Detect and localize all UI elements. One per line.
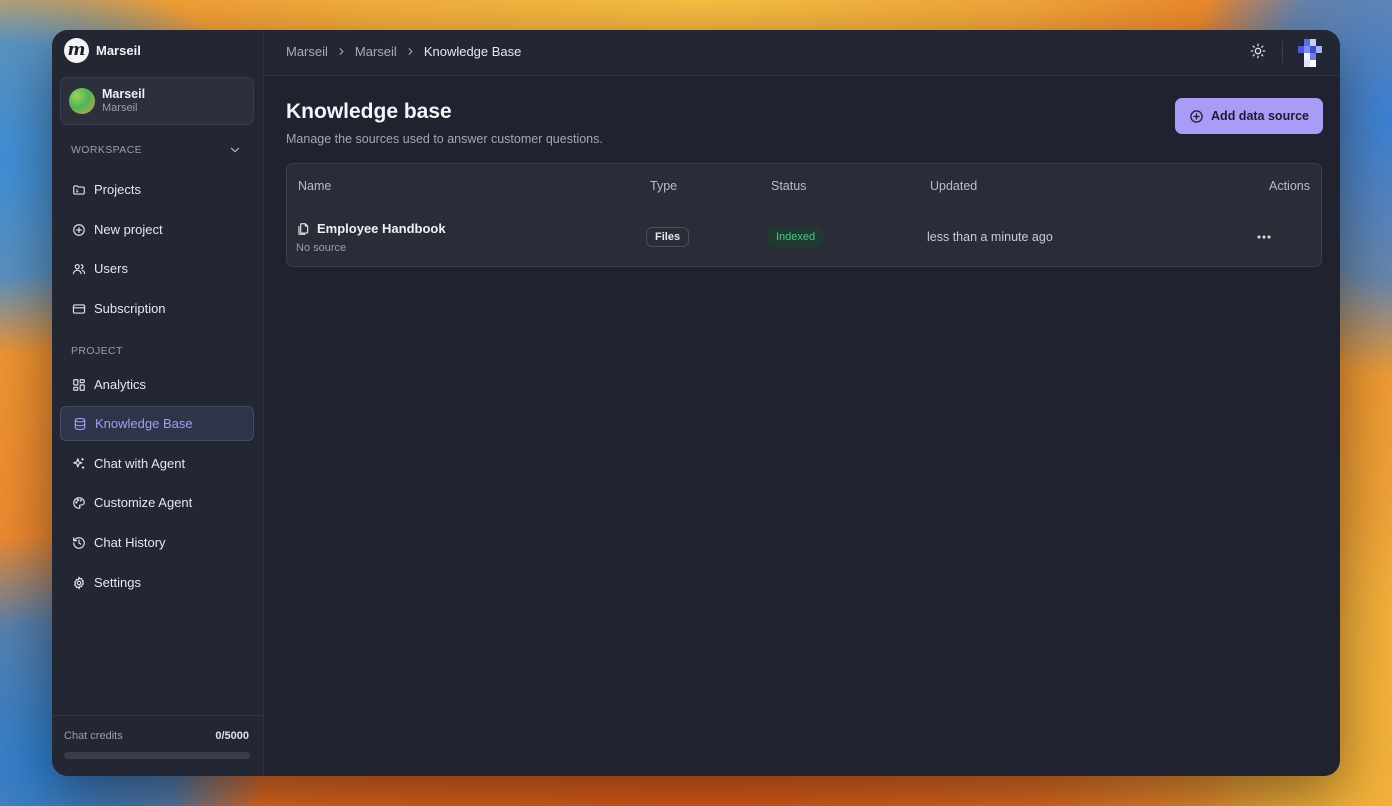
palette-icon	[73, 496, 85, 509]
breadcrumb-item[interactable]: Marseil	[286, 44, 328, 59]
breadcrumb: Marseil Marseil Knowledge Base	[286, 44, 521, 59]
account-name: Marseil	[102, 87, 146, 102]
brand[interactable]: m Marseil	[64, 38, 141, 63]
chevron-right-icon	[408, 48, 413, 55]
app-window: m Marseil Marseil Marseil WORKSPACE Proj…	[52, 30, 1340, 776]
sidebar-item-settings[interactable]: Settings	[60, 565, 254, 600]
chat-credits-label: Chat credits	[64, 730, 123, 742]
gear-icon	[73, 575, 85, 590]
account-switcher[interactable]: Marseil Marseil	[60, 77, 254, 125]
table-header: Name Type Status Updated Actions	[287, 164, 1321, 209]
chat-credits-value: 0/5000	[215, 730, 249, 742]
row-source: No source	[296, 242, 347, 254]
chevron-right-icon	[339, 48, 344, 55]
folder-icon	[73, 184, 85, 195]
sidebar-item-customize-agent[interactable]: Customize Agent	[60, 485, 254, 520]
main-content: Marseil Marseil Knowledge Base Knowledge…	[264, 30, 1340, 776]
history-icon	[73, 536, 85, 549]
chat-credits-progress	[64, 752, 250, 759]
sidebar-item-new-project[interactable]: New project	[60, 212, 254, 247]
row-name[interactable]: Employee Handbook	[317, 221, 446, 236]
column-header-name: Name	[298, 179, 332, 193]
knowledge-base-table: Name Type Status Updated Actions Employe…	[286, 163, 1322, 267]
sidebar-item-users[interactable]: Users	[60, 251, 254, 286]
database-icon	[74, 417, 86, 430]
brand-name: Marseil	[96, 43, 141, 58]
user-avatar[interactable]	[1298, 39, 1322, 67]
sidebar-item-subscription[interactable]: Subscription	[60, 291, 254, 326]
users-icon	[72, 263, 86, 274]
page-subtitle: Manage the sources used to answer custom…	[286, 132, 603, 146]
project-section-label: PROJECT	[71, 345, 123, 357]
sidebar-item-label: Chat History	[94, 535, 166, 550]
add-data-source-button[interactable]: Add data source	[1175, 98, 1323, 134]
account-subtitle: Marseil	[102, 101, 138, 114]
sidebar-item-label: Projects	[94, 182, 141, 197]
topbar: Marseil Marseil Knowledge Base	[264, 30, 1340, 76]
column-header-actions: Actions	[1269, 179, 1310, 193]
avatar	[69, 88, 95, 114]
row-actions-button[interactable]	[1254, 228, 1274, 246]
sidebar-item-label: Customize Agent	[94, 495, 193, 510]
layout-grid-icon	[73, 378, 85, 391]
sun-icon[interactable]	[1250, 43, 1266, 59]
account-text: Marseil Marseil	[102, 87, 145, 114]
sidebar-item-label: Subscription	[94, 301, 166, 316]
sidebar-item-label: Settings	[94, 575, 141, 590]
sparkles-icon	[73, 457, 85, 469]
table-row[interactable]: Employee Handbook No source Files Indexe…	[287, 208, 1321, 266]
brand-logo-icon: m	[64, 38, 89, 63]
chevron-down-icon[interactable]	[228, 143, 242, 157]
workspace-section-label: WORKSPACE	[71, 144, 143, 156]
credit-card-icon	[72, 303, 86, 314]
sidebar-item-projects[interactable]: Projects	[60, 172, 254, 207]
add-data-source-label: Add data source	[1211, 109, 1309, 123]
sidebar-item-label: Analytics	[94, 377, 147, 392]
breadcrumb-current: Knowledge Base	[423, 44, 522, 59]
plus-circle-icon	[73, 223, 85, 236]
divider	[1282, 41, 1283, 63]
sidebar-item-label: Chat with Agent	[94, 456, 186, 471]
sidebar-item-chat-with-agent[interactable]: Chat with Agent	[60, 446, 254, 481]
plus-circle-icon	[1190, 109, 1203, 123]
sidebar-item-knowledge-base[interactable]: Knowledge Base	[60, 406, 254, 441]
row-updated: less than a minute ago	[927, 230, 1053, 244]
column-header-status: Status	[771, 179, 807, 193]
column-header-updated: Updated	[930, 179, 978, 193]
sidebar-item-chat-history[interactable]: Chat History	[60, 525, 254, 560]
type-badge: Files	[646, 227, 690, 247]
status-badge: Indexed	[768, 227, 824, 247]
chat-credits: Chat credits 0/5000	[52, 715, 263, 776]
breadcrumb-item[interactable]: Marseil	[355, 44, 397, 59]
files-icon	[298, 223, 309, 235]
page-title: Knowledge base	[286, 100, 452, 123]
sidebar-item-label: Users	[94, 261, 128, 276]
column-header-type: Type	[650, 179, 678, 193]
sidebar-item-analytics[interactable]: Analytics	[60, 367, 254, 402]
sidebar-item-label: New project	[94, 222, 163, 237]
sidebar: m Marseil Marseil Marseil WORKSPACE Proj…	[52, 30, 264, 776]
more-horizontal-icon	[1257, 235, 1271, 239]
sidebar-item-label: Knowledge Base	[95, 416, 193, 431]
